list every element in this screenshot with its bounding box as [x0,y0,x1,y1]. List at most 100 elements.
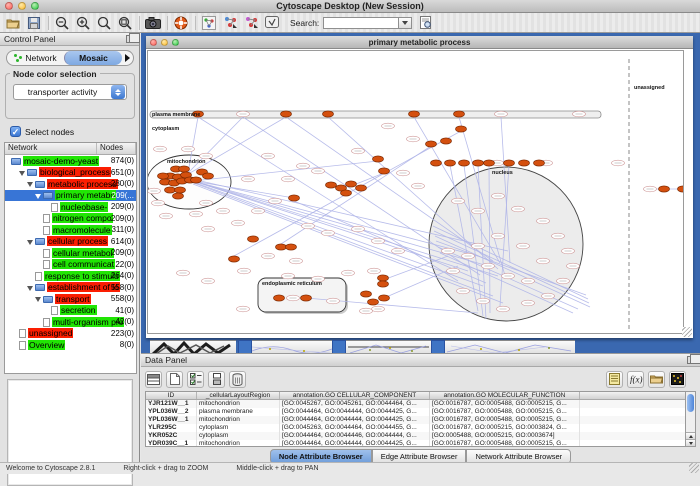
expand-arrow-icon[interactable] [19,171,25,176]
function-builder-icon[interactable]: f(x) [627,371,644,388]
tab-network[interactable]: Network [7,51,64,65]
create-network-icon[interactable] [201,15,217,31]
selected-network-node[interactable] [431,160,442,166]
tree-row[interactable]: Overview8(0) [5,339,136,351]
selected-network-node[interactable] [276,244,287,250]
selected-network-node[interactable] [534,160,545,166]
attribute-table-mode-icon[interactable] [145,371,162,388]
window-resize-grip[interactable] [682,327,692,337]
selected-network-node[interactable] [248,236,259,242]
tree-row[interactable]: transport558(0) [5,293,136,305]
float-panel-icon[interactable] [687,356,696,364]
import-attributes-icon[interactable] [648,371,665,388]
selected-network-node[interactable] [179,166,190,172]
help-icon[interactable] [173,15,189,31]
attribute-table[interactable]: ID_cellularLayoutRegionannotation.GO CEL… [145,391,689,447]
table-row[interactable]: YPL036W__1mitochondrion[GO:0044464, GO:0… [146,416,688,424]
selected-network-node[interactable] [441,138,452,144]
select-attributes-icon[interactable] [187,371,204,388]
window-resize-grip[interactable] [689,463,699,473]
selected-network-node[interactable] [175,187,186,193]
selected-network-node[interactable] [445,160,456,166]
more-tabs-icon[interactable] [125,54,130,62]
table-column-header[interactable]: annotation.GO MOLECULAR_FUNCTION [430,392,580,399]
selected-network-node[interactable] [361,291,372,297]
scroll-up-button[interactable] [686,432,695,439]
snapshot-icon[interactable] [145,15,161,31]
network-canvas[interactable]: plasma membranecytoplasmmitochondrionnuc… [147,50,684,334]
tree-row[interactable]: unassigned223(0) [5,328,136,340]
node-color-dropdown[interactable]: transporter activity [13,84,127,100]
float-panel-icon[interactable] [126,35,135,43]
selected-network-node[interactable] [203,173,214,179]
selected-network-node[interactable] [378,275,389,281]
selected-network-node[interactable] [459,160,470,166]
tree-row[interactable]: cell communicat22(0) [5,259,136,271]
table-scrollbar[interactable] [685,391,696,447]
selected-network-node[interactable] [173,193,184,199]
save-session-icon[interactable] [26,15,42,31]
attribute-notes-icon[interactable] [606,371,623,388]
selected-network-node[interactable] [456,126,467,132]
tree-row[interactable]: biological_process651(0) [5,167,136,179]
network-view-window[interactable]: primary metabolic process plasma membran… [146,36,693,338]
selected-network-node[interactable] [356,185,367,191]
selected-network-node[interactable] [158,173,169,179]
selected-network-node[interactable] [373,156,384,162]
selected-network-node[interactable] [326,182,337,188]
tree-row[interactable]: cellular process614(0) [5,236,136,248]
tree-row[interactable]: nucleobase-209(0) [5,201,136,213]
table-row[interactable]: YLR295Ccytoplasm[GO:0045263, GO:0044464,… [146,424,688,432]
selected-network-node[interactable] [504,160,515,166]
tree-row[interactable]: establishment of lo558(0) [5,282,136,294]
expand-arrow-icon[interactable] [27,182,33,187]
selected-network-node[interactable] [378,281,389,287]
search-dropdown-button[interactable] [399,17,412,29]
selected-network-node[interactable] [379,168,390,174]
selected-network-node[interactable] [286,244,297,250]
table-row[interactable]: YJR121W__1mitochondrion[GO:0045267, GO:0… [146,400,688,408]
table-row[interactable]: YKR052Ccytoplasm[GO:0044464, GO:0044446,… [146,432,688,440]
tree-row[interactable]: multi-organism pro42(0) [5,316,136,328]
table-column-header[interactable]: _cellularLayoutRegion [197,392,280,399]
tree-column-network[interactable]: Network [5,143,97,154]
search-options-icon[interactable] [417,15,433,31]
selected-network-node[interactable] [426,141,437,147]
table-column-header[interactable]: annotation.GO CELLULAR_COMPONENT [280,392,430,399]
expand-arrow-icon[interactable] [27,240,33,245]
toggle-view-icon[interactable] [208,371,225,388]
table-row[interactable]: YDR039C__1mitochondrion[GO:0044464, GO:0… [146,440,688,447]
selected-network-node[interactable] [301,295,312,301]
selected-network-node[interactable] [346,181,357,187]
tree-row[interactable]: mosaic-demo-yeast874(0) [5,155,136,167]
expand-arrow-icon[interactable] [27,286,33,291]
tab-mosaic[interactable]: Mosaic [64,51,122,65]
edit-edges-icon[interactable] [243,15,259,31]
selected-network-node[interactable] [289,195,300,201]
attribute-matrix-icon[interactable] [669,371,686,388]
tree-row[interactable]: metabolic process280(0) [5,178,136,190]
network-window-titlebar[interactable]: primary metabolic process [146,36,693,49]
delete-attribute-icon[interactable] [229,371,246,388]
selected-network-node[interactable] [473,160,484,166]
search-input[interactable] [323,17,399,29]
zoom-selected-icon[interactable] [117,15,133,31]
selected-network-node[interactable] [341,190,352,196]
select-nodes-checkbox[interactable]: ✓ [10,126,21,137]
tree-column-nodes[interactable]: Nodes [97,143,136,154]
edit-nodes-icon[interactable] [222,15,238,31]
scroll-down-button[interactable] [686,439,695,446]
tree-row[interactable]: secretion41(0) [5,305,136,317]
selected-network-node[interactable] [484,160,495,166]
tree-row[interactable]: nitrogen compo209(0) [5,213,136,225]
tree-row[interactable]: macromolecule311(0) [5,224,136,236]
selected-network-node[interactable] [659,186,670,192]
selected-network-node[interactable] [678,186,685,192]
selected-network-node[interactable] [379,295,390,301]
zoom-fit-icon[interactable] [96,15,112,31]
selected-network-node[interactable] [281,111,292,117]
annotation-icon[interactable] [264,15,280,31]
expand-arrow-icon[interactable] [35,297,41,302]
selected-network-node[interactable] [409,111,420,117]
selected-network-node[interactable] [454,111,465,117]
